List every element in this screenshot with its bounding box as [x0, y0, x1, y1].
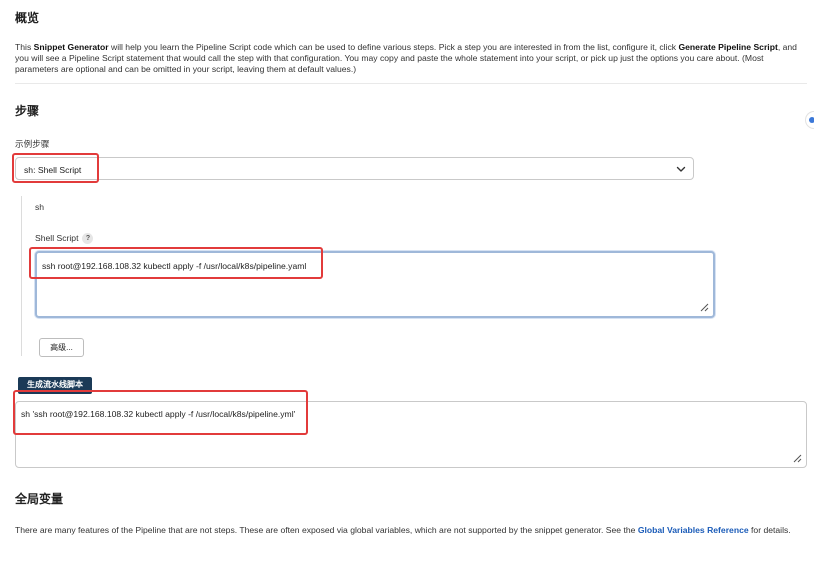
steps-title: 步骤: [15, 104, 40, 118]
shell-script-label-row: Shell Script?: [35, 233, 94, 245]
intro-text: will help you learn the Pipeline Script …: [108, 42, 679, 52]
globals-text-before: There are many features of the Pipeline …: [15, 525, 638, 535]
step-name: sh: [35, 202, 45, 212]
help-icon[interactable]: ?: [82, 233, 94, 245]
highlight-box-shell-script: [29, 247, 323, 279]
globals-text-after: for details.: [748, 525, 791, 535]
advanced-button[interactable]: 高级...: [39, 338, 84, 357]
globals-title: 全局变量: [15, 492, 64, 506]
resize-handle-icon[interactable]: [700, 303, 709, 312]
global-variables-reference-link[interactable]: Global Variables Reference: [638, 525, 749, 535]
overview-intro: This Snippet Generator will help you lea…: [15, 42, 805, 75]
config-indent-bar: [21, 196, 22, 356]
intro-text: This: [15, 42, 34, 52]
globals-text: There are many features of the Pipeline …: [15, 525, 805, 536]
sample-step-label: 示例步骤: [15, 139, 50, 149]
divider: [15, 83, 807, 84]
highlight-box-step-select: [12, 153, 99, 183]
resize-handle-icon[interactable]: [793, 454, 802, 463]
intro-bold-term: Snippet Generator: [33, 42, 109, 52]
overview-title: 概览: [15, 11, 40, 25]
highlight-box-generated: [13, 390, 308, 435]
shell-script-label: Shell Script: [35, 233, 79, 243]
side-widget-icon[interactable]: [805, 111, 814, 129]
sample-step-select[interactable]: sh: Shell Script: [15, 157, 694, 180]
chevron-down-icon: [676, 166, 686, 172]
intro-bold-term: Generate Pipeline Script: [678, 42, 778, 52]
